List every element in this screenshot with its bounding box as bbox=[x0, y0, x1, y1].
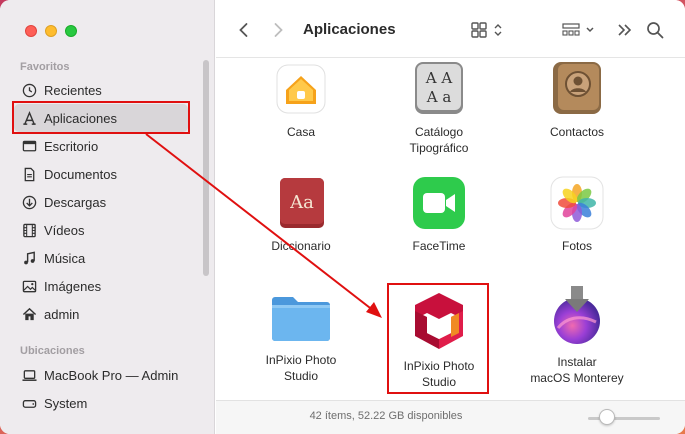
sidebar-item-documentos[interactable]: Documentos bbox=[14, 160, 188, 188]
app-item-instalar-macos[interactable]: Instalar macOS Monterey bbox=[512, 284, 642, 386]
font-book-glyph-row-2: A a bbox=[426, 88, 452, 106]
home-app-icon bbox=[274, 62, 328, 116]
laptop-icon bbox=[20, 367, 38, 383]
app-item-contactos[interactable]: Contactos bbox=[512, 62, 642, 140]
app-item-diccionario[interactable]: Aa Diccionario bbox=[236, 176, 366, 254]
contacts-icon bbox=[550, 62, 604, 116]
app-item-casa[interactable]: Casa bbox=[236, 62, 366, 140]
app-label: FaceTime bbox=[412, 239, 466, 253]
group-by-icon bbox=[562, 23, 594, 36]
close-button[interactable] bbox=[25, 25, 37, 37]
sidebar-item-recientes[interactable]: Recientes bbox=[14, 76, 188, 104]
sidebar-item-label: Vídeos bbox=[44, 222, 85, 238]
sidebar: Favoritos Recientes Aplicaciones Escrito… bbox=[0, 0, 215, 434]
sidebar-item-label: Imágenes bbox=[44, 278, 102, 294]
highlight-box-aplicaciones bbox=[12, 101, 190, 134]
sidebar-item-admin[interactable]: admin bbox=[14, 300, 188, 328]
app-item-inpixio-folder[interactable]: InPixio Photo Studio bbox=[236, 290, 366, 384]
search-button[interactable] bbox=[644, 19, 666, 41]
sidebar-item-descargas[interactable]: Descargas bbox=[14, 188, 188, 216]
view-mode-button[interactable] bbox=[470, 19, 510, 41]
sidebar-item-label: Música bbox=[44, 250, 86, 266]
highlight-box-inpixio bbox=[387, 283, 489, 394]
sidebar-item-videos[interactable]: Vídeos bbox=[14, 216, 188, 244]
back-button[interactable] bbox=[233, 19, 255, 41]
forward-button[interactable] bbox=[267, 19, 289, 41]
sidebar-item-label: Documentos bbox=[44, 166, 117, 182]
minimize-button[interactable] bbox=[45, 25, 57, 37]
sidebar-item-musica[interactable]: Música bbox=[14, 244, 188, 272]
sidebar-scrollbar[interactable] bbox=[203, 60, 209, 276]
photo-icon bbox=[20, 278, 38, 294]
app-item-fotos[interactable]: Fotos bbox=[512, 176, 642, 254]
app-item-facetime[interactable]: FaceTime bbox=[374, 176, 504, 254]
finder-window: Favoritos Recientes Aplicaciones Escrito… bbox=[0, 0, 685, 434]
font-book-glyph-row-1: A A bbox=[425, 69, 453, 87]
download-icon bbox=[20, 194, 38, 210]
status-bar: 42 ítems, 52.22 GB disponibles bbox=[216, 400, 685, 434]
status-text: 42 ítems, 52.22 GB disponibles bbox=[309, 410, 463, 422]
app-label: Fotos bbox=[561, 239, 592, 253]
disk-icon bbox=[20, 395, 38, 411]
chevron-right-icon bbox=[274, 23, 283, 37]
document-icon bbox=[20, 166, 38, 182]
sidebar-item-label: Descargas bbox=[44, 194, 107, 210]
dictionary-icon: Aa bbox=[274, 176, 328, 230]
app-label: Casa bbox=[286, 125, 315, 139]
app-label: Diccionario bbox=[271, 239, 331, 253]
double-chevron-icon bbox=[618, 24, 632, 36]
desktop-icon bbox=[20, 138, 38, 154]
clock-icon bbox=[20, 82, 38, 98]
toolbar: Aplicaciones bbox=[216, 0, 685, 58]
photos-icon bbox=[550, 176, 604, 230]
app-label: Contactos bbox=[549, 125, 605, 139]
folder-icon bbox=[270, 290, 332, 344]
favorites-section-title: Favoritos bbox=[20, 61, 70, 73]
font-book-icon: A A A a bbox=[412, 62, 466, 116]
sidebar-item-imagenes[interactable]: Imágenes bbox=[14, 272, 188, 300]
more-button[interactable] bbox=[614, 19, 636, 41]
sidebar-item-system[interactable]: System bbox=[14, 389, 188, 417]
sidebar-item-label: admin bbox=[44, 306, 80, 322]
app-label: Instalar macOS Monterey bbox=[530, 355, 624, 385]
locations-section-title: Ubicaciones bbox=[20, 345, 85, 357]
zoom-button[interactable] bbox=[65, 25, 77, 37]
facetime-icon bbox=[412, 176, 466, 230]
search-icon bbox=[647, 22, 664, 39]
chevron-left-icon bbox=[239, 23, 248, 37]
grid-view-icon bbox=[471, 22, 502, 38]
app-label: Catálogo Tipográfico bbox=[409, 125, 469, 155]
icon-size-slider-knob[interactable] bbox=[599, 409, 615, 425]
traffic-lights bbox=[25, 25, 77, 37]
sidebar-item-label: MacBook Pro — Admin bbox=[44, 367, 179, 383]
sidebar-item-label: System bbox=[44, 395, 88, 411]
home-icon bbox=[20, 306, 38, 322]
window-title: Aplicaciones bbox=[303, 21, 396, 38]
sidebar-item-macbook[interactable]: MacBook Pro — Admin bbox=[14, 361, 188, 389]
film-icon bbox=[20, 222, 38, 238]
dictionary-glyph: Aa bbox=[289, 192, 314, 213]
sidebar-item-label: Recientes bbox=[44, 82, 102, 98]
sidebar-item-label: Escritorio bbox=[44, 138, 99, 154]
app-label: InPixio Photo Studio bbox=[265, 353, 337, 383]
macos-installer-icon bbox=[550, 284, 604, 346]
group-by-button[interactable] bbox=[560, 19, 600, 41]
app-item-catalogo-tipografico[interactable]: A A A a Catálogo Tipográfico bbox=[374, 62, 504, 156]
music-note-icon bbox=[20, 250, 38, 266]
sidebar-item-escritorio[interactable]: Escritorio bbox=[14, 132, 188, 160]
